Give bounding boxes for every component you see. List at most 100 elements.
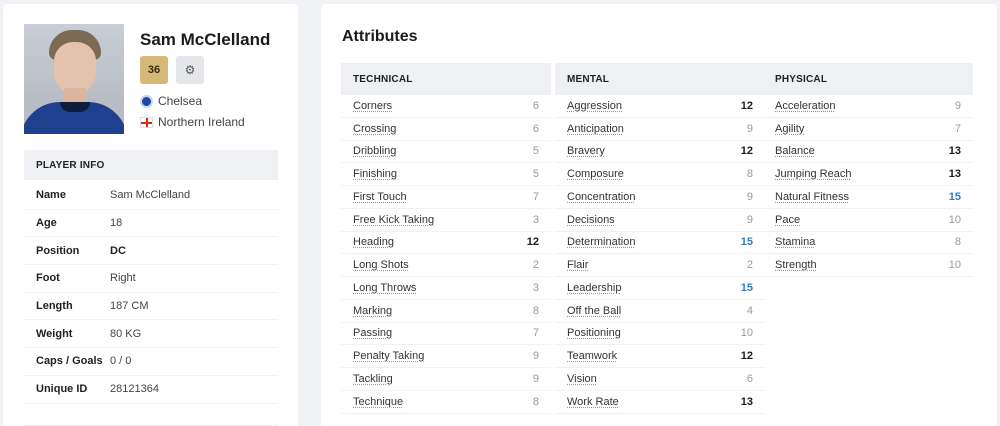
attribute-value: 7 [954, 122, 961, 135]
attribute-value: 6 [532, 122, 539, 135]
attribute-value: 6 [746, 372, 753, 385]
attribute-row: Off the Ball 4 [555, 300, 765, 323]
attribute-name-link[interactable]: First Touch [353, 191, 407, 203]
physical-rows: Acceleration 9 Agility 7 Balance 13 Jumping Re… [763, 95, 973, 277]
attribute-name-link[interactable]: Anticipation [567, 123, 624, 135]
attribute-row: Strength 10 [763, 254, 973, 277]
attribute-name-link[interactable]: Positioning [567, 327, 621, 339]
attribute-name-link[interactable]: Acceleration [775, 100, 836, 112]
info-label: Unique ID [36, 383, 88, 396]
player-info-table: Name Sam McClelland Age 18 Position DC F… [24, 182, 278, 404]
attribute-name-link[interactable]: Agility [775, 123, 804, 135]
nation-link[interactable]: Northern Ireland [140, 115, 245, 129]
player-profile-card: Sam McClelland 36 ⚙ Chelsea Northern Ire… [3, 4, 298, 426]
info-row-position: Position DC [24, 237, 278, 266]
attribute-name-link[interactable]: Passing [353, 327, 392, 339]
attribute-row: Long Throws 3 [341, 277, 551, 300]
attribute-row: Concentration 9 [555, 186, 765, 209]
attribute-row: Crossing 6 [341, 118, 551, 141]
attribute-value: 10 [948, 259, 961, 272]
attribute-value: 12 [740, 350, 753, 363]
attribute-row: Technique 8 [341, 391, 551, 414]
attribute-value: 15 [740, 281, 753, 294]
attribute-row: First Touch 7 [341, 186, 551, 209]
attribute-name-link[interactable]: Work Rate [567, 396, 619, 408]
attribute-name-link[interactable]: Free Kick Taking [353, 214, 434, 226]
attribute-name-link[interactable]: Heading [353, 236, 394, 248]
attribute-name-link[interactable]: Technique [353, 396, 403, 408]
attribute-name-link[interactable]: Stamina [775, 236, 815, 248]
attribute-name-link[interactable]: Long Throws [353, 282, 416, 294]
info-value: 187 CM [110, 300, 149, 313]
attribute-name-link[interactable]: Off the Ball [567, 305, 621, 317]
attribute-name-link[interactable]: Corners [353, 100, 392, 112]
attribute-value: 10 [740, 327, 753, 340]
settings-icon[interactable]: ⚙ [176, 56, 204, 84]
info-row-weight: Weight 80 KG [24, 320, 278, 349]
info-label: Weight [36, 327, 73, 340]
attribute-name-link[interactable]: Penalty Taking [353, 350, 424, 362]
attribute-name-link[interactable]: Determination [567, 236, 635, 248]
attribute-row: Leadership 15 [555, 277, 765, 300]
attribute-row: Bravery 12 [555, 141, 765, 164]
attribute-name-link[interactable]: Strength [775, 259, 817, 271]
attribute-value: 6 [532, 99, 539, 112]
attribute-value: 3 [532, 213, 539, 226]
attribute-value: 2 [746, 259, 753, 272]
attribute-name-link[interactable]: Bravery [567, 145, 605, 157]
attribute-name-link[interactable]: Aggression [567, 100, 622, 112]
attribute-value: 9 [746, 122, 753, 135]
attribute-name-link[interactable]: Vision [567, 373, 597, 385]
attribute-name-link[interactable]: Jumping Reach [775, 168, 851, 180]
attributes-card: Attributes TECHNICAL Corners 6 Crossing 6 Dr… [321, 4, 997, 426]
info-row-unique-id: Unique ID 28121364 [24, 376, 278, 404]
info-row-foot: Foot Right [24, 265, 278, 293]
info-label: Length [36, 300, 73, 313]
mental-column: MENTAL Aggression 12 Anticipation 9 Bravery 1… [555, 63, 765, 414]
attribute-name-link[interactable]: Concentration [567, 191, 636, 203]
attribute-name-link[interactable]: Long Shots [353, 259, 409, 271]
attribute-value: 3 [532, 281, 539, 294]
attribute-row: Determination 15 [555, 232, 765, 255]
technical-header: TECHNICAL [341, 63, 551, 95]
attribute-name-link[interactable]: Composure [567, 168, 624, 180]
info-value: 28121364 [110, 383, 159, 396]
attribute-name-link[interactable]: Finishing [353, 168, 397, 180]
attribute-value: 8 [532, 395, 539, 408]
attribute-name-link[interactable]: Decisions [567, 214, 615, 226]
attribute-name-link[interactable]: Crossing [353, 123, 396, 135]
attribute-name-link[interactable]: Pace [775, 214, 800, 226]
attribute-value: 12 [526, 236, 539, 249]
attribute-name-link[interactable]: Balance [775, 145, 815, 157]
attribute-name-link[interactable]: Natural Fitness [775, 191, 849, 203]
player-name: Sam McClelland [140, 30, 271, 49]
info-value: Right [110, 272, 136, 285]
attribute-row: Penalty Taking 9 [341, 345, 551, 368]
attribute-value: 8 [532, 304, 539, 317]
club-link[interactable]: Chelsea [140, 94, 202, 108]
attribute-name-link[interactable]: Dribbling [353, 145, 396, 157]
mental-header: MENTAL [555, 63, 765, 95]
attribute-value: 7 [532, 327, 539, 340]
attribute-name-link[interactable]: Teamwork [567, 350, 617, 362]
attribute-row: Free Kick Taking 3 [341, 209, 551, 232]
attribute-row: Acceleration 9 [763, 95, 973, 118]
attribute-row: Work Rate 13 [555, 391, 765, 414]
attribute-value: 13 [740, 395, 753, 408]
attribute-row: Anticipation 9 [555, 118, 765, 141]
attribute-value: 10 [948, 213, 961, 226]
attribute-name-link[interactable]: Leadership [567, 282, 621, 294]
club-name: Chelsea [158, 94, 203, 108]
attribute-name-link[interactable]: Flair [567, 259, 588, 271]
attribute-name-link[interactable]: Tackling [353, 373, 393, 385]
attribute-value: 8 [954, 236, 961, 249]
attribute-row: Corners 6 [341, 95, 551, 118]
current-ability-badge: 36 [140, 56, 168, 84]
attribute-name-link[interactable]: Marking [353, 305, 392, 317]
attribute-value: 5 [532, 145, 539, 158]
attribute-row: Positioning 10 [555, 323, 765, 346]
info-row-length: Length 187 CM [24, 293, 278, 321]
attribute-value: 9 [954, 99, 961, 112]
technical-rows: Corners 6 Crossing 6 Dribbling 5 Finishing 5 Fir… [341, 95, 551, 414]
attribute-row: Balance 13 [763, 141, 973, 164]
